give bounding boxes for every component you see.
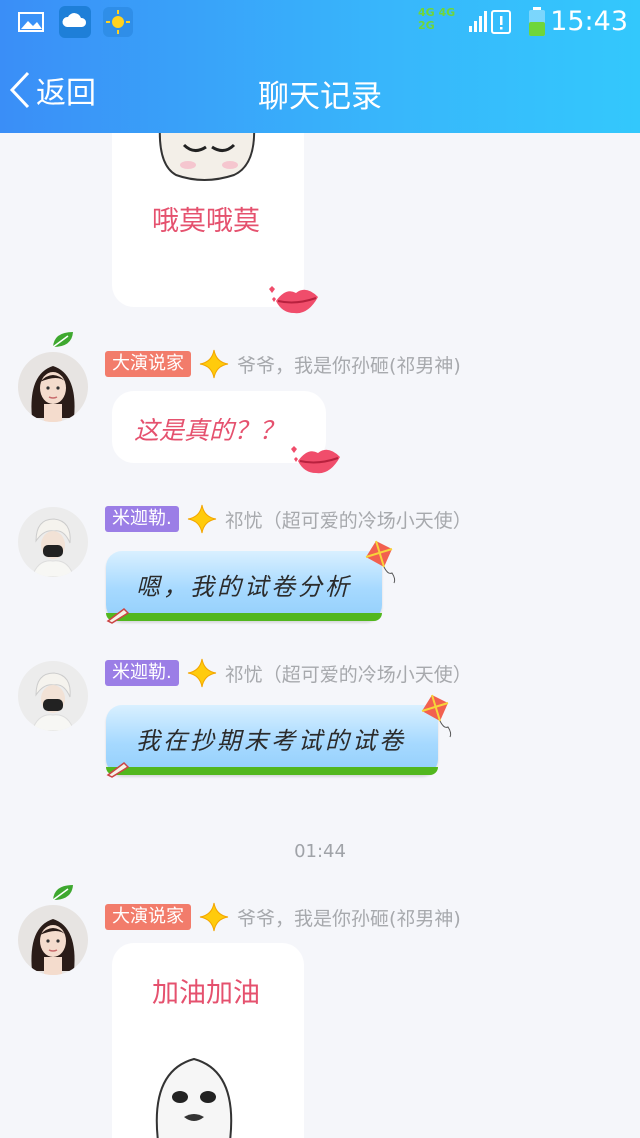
grass-decoration (106, 767, 438, 775)
status-bar: 4G 4G 2G 15:43 (0, 0, 640, 46)
message-text: 这是真的？？ (134, 416, 285, 445)
message-text: 我在抄期末考试的试卷 (136, 727, 406, 755)
avatar-girl-image (18, 905, 88, 975)
chat-history[interactable]: 哦莫哦莫 大演说家 爷爷，我是你孙砸(祁男神) 这是真的？？ 米迦勒. 祁忧（超… (0, 133, 640, 1138)
nav-bar: 返回 聊天记录 (0, 46, 640, 133)
message-text: 哦莫哦莫 (152, 206, 260, 237)
kiss-lips-icon (291, 446, 340, 474)
battery-icon (529, 7, 545, 36)
kite-icon (421, 694, 452, 738)
page-title: 聊天记录 (258, 79, 382, 115)
sender-nickname: 爷爷，我是你孙砸(祁男神) (237, 907, 461, 930)
sender-line: 大演说家 爷爷，我是你孙砸(祁男神) (105, 902, 461, 932)
sim-alert-icon (491, 10, 511, 34)
member-title-tag: 米迦勒. (105, 506, 179, 532)
message-bubble[interactable]: 嗯，我的试卷分析 (106, 551, 382, 621)
kite-icon (365, 540, 396, 584)
cloud-app-icon (59, 6, 91, 38)
message-text: 嗯，我的试卷分析 (136, 573, 352, 601)
signal-icon (469, 11, 487, 32)
message-bubble[interactable]: 我在抄期末考试的试卷 (106, 705, 438, 775)
avatar[interactable] (18, 661, 88, 731)
meme-sticker-image (155, 1057, 233, 1138)
sender-line: 米迦勒. 祁忧（超可爱的冷场小天使） (105, 504, 472, 534)
sparkle-star-icon (187, 504, 216, 534)
sparkle-star-icon (187, 658, 216, 688)
message-text: 加油加油 (152, 978, 260, 1009)
member-title-tag: 米迦勒. (105, 660, 179, 686)
sparkle-star-icon (199, 349, 229, 379)
avatar[interactable] (18, 352, 88, 422)
pencil-decoration-icon (106, 608, 130, 624)
grass-decoration (106, 613, 382, 621)
weather-sun-icon (103, 7, 133, 37)
pencil-decoration-icon (106, 762, 130, 778)
gallery-icon (18, 12, 44, 32)
network-2g-label: 2G (418, 19, 435, 32)
avatar-girl-image (18, 352, 88, 422)
meme-sticker-image (158, 133, 256, 181)
avatar[interactable] (18, 905, 88, 975)
network-indicator: 4G 4G 2G (418, 6, 455, 32)
sender-nickname: 祁忧（超可爱的冷场小天使） (224, 509, 472, 532)
avatar-masked-boy-image (18, 661, 88, 731)
avatar[interactable] (18, 507, 88, 577)
kiss-lips-icon (269, 286, 318, 314)
leaf-decoration-icon (52, 885, 73, 901)
sender-line: 大演说家 爷爷，我是你孙砸(祁男神) (105, 349, 461, 379)
member-title-tag: 大演说家 (105, 904, 191, 930)
avatar-masked-boy-image (18, 507, 88, 577)
time-separator: 01:44 (294, 841, 346, 862)
leaf-decoration-icon (52, 332, 73, 348)
clock: 15:43 (550, 6, 628, 37)
member-title-tag: 大演说家 (105, 351, 191, 377)
app-header: 4G 4G 2G 15:43 返回 聊天记录 (0, 0, 640, 133)
sender-line: 米迦勒. 祁忧（超可爱的冷场小天使） (105, 658, 472, 688)
sticker-bubble[interactable]: 加油加油 (112, 943, 304, 1138)
network-4g-label: 4G 4G (418, 6, 456, 19)
sender-nickname: 爷爷，我是你孙砸(祁男神) (237, 354, 461, 377)
sender-nickname: 祁忧（超可爱的冷场小天使） (224, 663, 472, 686)
sparkle-star-icon (199, 902, 229, 932)
